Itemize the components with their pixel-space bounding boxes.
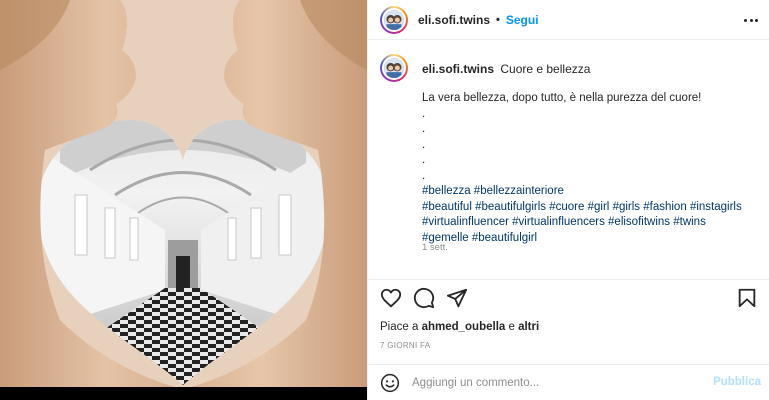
twins-heart-hallway-image bbox=[0, 0, 367, 387]
hashtag-link[interactable]: #elisofitwins bbox=[608, 216, 670, 228]
hashtag-link[interactable]: #fashion bbox=[643, 201, 686, 213]
media-letterbox bbox=[0, 387, 367, 400]
hashtag-link[interactable]: #virtualinfluencer bbox=[422, 216, 509, 228]
bookmark-icon[interactable] bbox=[736, 287, 758, 309]
caption-avatar[interactable] bbox=[380, 54, 408, 82]
likes-summary: Piace a ahmed_oubella e altri bbox=[380, 321, 539, 333]
hashtag-link[interactable]: #girl bbox=[588, 201, 610, 213]
post-header: eli.sofi.twins • Segui bbox=[368, 0, 769, 40]
header-username[interactable]: eli.sofi.twins bbox=[418, 13, 490, 27]
share-icon[interactable] bbox=[446, 287, 468, 309]
hashtag-list: #bellezza #bellezzainteriore #beautiful … bbox=[422, 184, 760, 246]
follow-button[interactable]: Segui bbox=[506, 13, 539, 27]
emoji-icon[interactable] bbox=[380, 373, 400, 393]
heart-icon[interactable] bbox=[380, 287, 402, 309]
header-separator: • bbox=[496, 13, 500, 26]
caption-dot: . bbox=[422, 154, 426, 166]
caption-heading: eli.sofi.twins Cuore e bellezza bbox=[422, 62, 590, 76]
hashtag-link[interactable]: #beautifulgirls bbox=[475, 201, 546, 213]
caption-dot: . bbox=[422, 169, 426, 182]
instagram-post: eli.sofi.twins • Segui eli.sofi.twins Cu… bbox=[0, 0, 769, 400]
hashtag-link[interactable]: #girls bbox=[613, 201, 640, 213]
avatar[interactable] bbox=[380, 5, 408, 34]
likes-conjunction: e bbox=[508, 321, 515, 333]
hashtag-link[interactable]: #cuore bbox=[549, 201, 584, 213]
comment-input[interactable] bbox=[412, 376, 702, 389]
hashtag-line: #bellezza #bellezzainteriore bbox=[422, 184, 760, 200]
hashtag-link[interactable]: #virtualinfluencers bbox=[512, 216, 605, 228]
post-caption: eli.sofi.twins Cuore e bellezza La vera … bbox=[368, 41, 769, 280]
caption-body: La vera bellezza, dopo tutto, è nella pu… bbox=[422, 91, 760, 246]
post-side-panel: eli.sofi.twins • Segui eli.sofi.twins Cu… bbox=[367, 0, 769, 400]
caption-dot: . bbox=[422, 138, 426, 151]
hashtag-link[interactable]: #beautiful bbox=[422, 201, 472, 213]
caption-dot: . bbox=[422, 107, 426, 120]
action-bar bbox=[368, 283, 769, 313]
caption-dot: . bbox=[422, 123, 426, 135]
hashtag-link[interactable]: #bellezza bbox=[422, 185, 471, 197]
hashtag-link[interactable]: #bellezzainteriore bbox=[474, 185, 564, 197]
post-image[interactable] bbox=[0, 0, 367, 400]
likes-others-link[interactable]: altri bbox=[518, 321, 539, 333]
avatar-image bbox=[382, 56, 406, 80]
hashtag-link[interactable]: #beautifulgirl bbox=[472, 232, 537, 244]
hashtag-line: #gemelle #beautifulgirl bbox=[422, 231, 760, 247]
liked-by-user[interactable]: ahmed_oubella bbox=[422, 321, 506, 333]
caption-time-ago[interactable]: 1 sett. bbox=[422, 242, 448, 253]
hashtag-line: #virtualinfluencer #virtualinfluencers #… bbox=[422, 215, 760, 231]
publish-button[interactable]: Pubblica bbox=[713, 376, 761, 388]
comment-bar: Pubblica bbox=[368, 364, 769, 400]
hashtag-line: #beautiful #beautifulgirls #cuore #girl … bbox=[422, 200, 760, 216]
hashtag-link[interactable]: #instagirls bbox=[690, 201, 742, 213]
more-horizontal-icon[interactable] bbox=[744, 13, 758, 27]
post-date[interactable]: 7 GIORNI FA bbox=[380, 341, 430, 350]
likes-prefix: Piace a bbox=[380, 321, 419, 333]
caption-text: La vera bellezza, dopo tutto, è nella pu… bbox=[422, 92, 702, 104]
avatar-image bbox=[382, 7, 406, 32]
hashtag-link[interactable]: #twins bbox=[673, 216, 706, 228]
caption-title: Cuore e bellezza bbox=[500, 62, 591, 76]
caption-username[interactable]: eli.sofi.twins bbox=[422, 62, 494, 76]
comment-icon[interactable] bbox=[413, 287, 435, 309]
